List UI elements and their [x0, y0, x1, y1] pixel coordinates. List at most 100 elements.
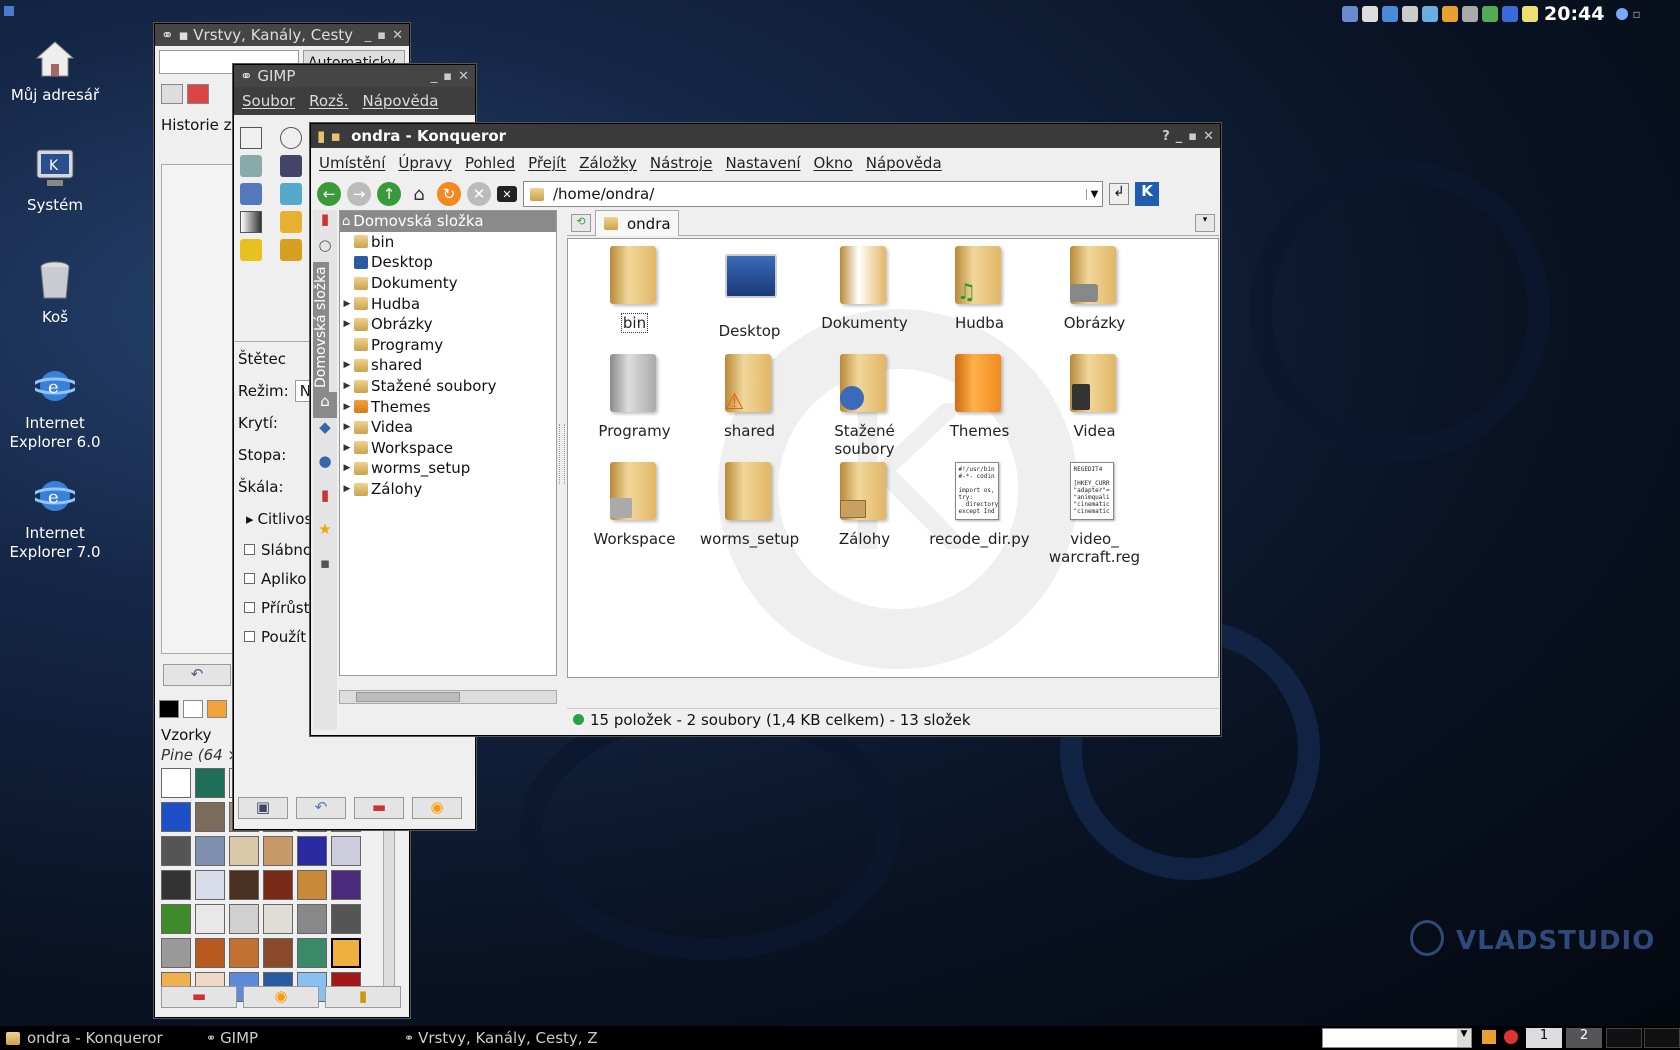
pattern-swatch[interactable] [195, 802, 225, 832]
splitter-handle[interactable] [559, 424, 565, 484]
tray-kmix-icon[interactable] [1402, 6, 1418, 22]
clone-icon[interactable] [280, 239, 302, 261]
gradient-icon[interactable] [240, 211, 262, 233]
pattern-swatch[interactable] [229, 870, 259, 900]
move-icon[interactable] [240, 183, 262, 205]
stop-icon[interactable]: ✕ [467, 182, 491, 206]
tray-weather-icon[interactable] [1616, 8, 1629, 20]
file-item[interactable]: Dokumenty [807, 246, 922, 352]
expand-arrow-icon[interactable]: ▶ [340, 463, 354, 473]
dropdown-icon[interactable]: ▼ [1457, 1029, 1471, 1047]
tray-bluetooth-icon[interactable] [1422, 6, 1438, 22]
pattern-swatch[interactable] [161, 870, 191, 900]
bookmarks-side-icon[interactable]: ▮ [313, 210, 337, 236]
tree-item[interactable]: ▶ Zálohy [340, 479, 556, 500]
expand-arrow-icon[interactable]: ▶ [340, 299, 354, 309]
reset-options-button[interactable]: ◉ [412, 797, 462, 819]
menu-settings[interactable]: Nastavení [725, 154, 800, 172]
tree-item[interactable]: ▶ Themes [340, 396, 556, 417]
close-icon[interactable]: ✕ [392, 28, 403, 43]
minimize-icon[interactable]: _ [1176, 129, 1183, 144]
task-konqueror[interactable]: ondra - Konqueror [6, 1029, 163, 1047]
tray-network-icon[interactable] [1342, 6, 1358, 22]
menu-file[interactable]: Soubor [242, 92, 295, 110]
pattern-swatch[interactable] [331, 836, 361, 866]
home-side-icon[interactable]: ⌂ [313, 392, 337, 418]
pattern-swatch[interactable] [161, 904, 191, 934]
tray-display-icon[interactable] [1382, 6, 1398, 22]
file-item[interactable]: worms_setup [692, 462, 807, 568]
scale-icon[interactable] [280, 183, 302, 205]
desktop-icon-ie6[interactable]: e Internet Explorer 6.0 [0, 366, 110, 452]
pattern-swatch[interactable] [195, 938, 225, 968]
services-side-icon[interactable]: ◆ [313, 418, 337, 452]
taskbar-tray-icon[interactable] [1504, 1030, 1518, 1044]
pattern-swatch[interactable] [161, 938, 191, 968]
menu-bookmarks[interactable]: Záložky [579, 154, 637, 172]
checkbox[interactable] [244, 573, 255, 584]
maximize-icon[interactable]: ▪ [1188, 129, 1197, 144]
color-picker-icon[interactable] [280, 155, 302, 177]
pattern-swatch[interactable] [161, 802, 191, 832]
file-item[interactable]: Obrázky [1037, 246, 1152, 352]
pattern-swatch-selected[interactable] [331, 938, 361, 968]
file-item[interactable]: Workspace [577, 462, 692, 568]
expand-arrow-icon[interactable]: ▶ [340, 422, 354, 432]
pattern-swatch[interactable] [297, 836, 327, 866]
pattern-swatch[interactable] [195, 768, 225, 798]
clock[interactable]: 20:44 [1544, 3, 1604, 25]
pattern-swatch[interactable] [195, 904, 225, 934]
menu-go[interactable]: Přejít [528, 154, 566, 172]
delete-options-button[interactable]: ▬ [354, 797, 404, 819]
task-layers[interactable]: ⚭ Vrstvy, Kanály, Cesty, Z [404, 1029, 598, 1047]
help-icon[interactable]: ? [1162, 129, 1170, 144]
expand-arrow-icon[interactable]: ▶ [340, 319, 354, 329]
media-side-icon[interactable]: ▮ [313, 486, 337, 520]
maximize-icon[interactable]: ▪ [443, 69, 452, 84]
clear-location-icon[interactable]: ✕ [497, 186, 517, 202]
tree-scrollbar[interactable] [339, 690, 557, 704]
menu-help[interactable]: Nápověda [866, 154, 942, 172]
brush-tab-icon[interactable] [183, 700, 203, 718]
tray-notes-icon[interactable] [1522, 6, 1538, 22]
pattern-swatch[interactable] [263, 938, 293, 968]
desktop-pager-1[interactable]: 1 [1526, 1028, 1562, 1048]
back-icon[interactable]: ← [317, 182, 341, 206]
menu-location[interactable]: Umístění [319, 154, 385, 172]
file-item[interactable]: Zálohy [807, 462, 922, 568]
pattern-swatch[interactable] [297, 938, 327, 968]
tray-wifi-icon[interactable] [1482, 6, 1498, 22]
desktop-icon-ie7[interactable]: e Internet Explorer 7.0 [0, 476, 110, 562]
desktop-icon-home[interactable]: Můj adresář [0, 38, 110, 105]
desktop-icon-system[interactable]: K Systém [0, 148, 110, 215]
minimize-icon[interactable]: _ [431, 69, 438, 84]
menu-window[interactable]: Okno [814, 154, 853, 172]
pattern-swatch[interactable] [229, 904, 259, 934]
scrollbar-thumb[interactable] [356, 692, 460, 702]
tree-item[interactable]: ▶ shared [340, 355, 556, 376]
go-icon[interactable]: ↲ [1109, 183, 1129, 205]
pattern-swatch[interactable] [161, 768, 191, 798]
close-icon[interactable]: ✕ [1203, 129, 1214, 144]
open-pattern-button[interactable]: ▮ [325, 986, 401, 1008]
tray-archive-icon[interactable] [1442, 6, 1458, 22]
expand-arrow-icon[interactable]: ▶ [340, 402, 354, 412]
tree-item[interactable]: bin [340, 232, 556, 253]
location-bar[interactable]: /home/ondra/ ▼ [523, 181, 1103, 207]
patterns-tab-icon[interactable] [207, 700, 227, 718]
tab-ondra[interactable]: ondra [595, 210, 679, 236]
task-gimp[interactable]: ⚭ GIMP [206, 1029, 258, 1047]
minimize-icon[interactable]: _ [365, 28, 372, 43]
pattern-swatch[interactable] [331, 904, 361, 934]
expand-arrow-icon[interactable]: ▶ [340, 443, 354, 453]
file-item[interactable]: Videa [1037, 354, 1152, 460]
file-item[interactable]: bin [577, 246, 692, 352]
konqueror-app-icon[interactable]: ▮ ▪ [317, 127, 351, 145]
up-icon[interactable]: ↑ [377, 182, 401, 206]
checkbox[interactable] [244, 544, 255, 555]
desktop-pager-2[interactable]: 2 [1566, 1028, 1602, 1048]
heal-icon[interactable] [240, 239, 262, 261]
terminal-side-icon[interactable]: ▪ [313, 554, 337, 588]
pattern-swatch[interactable] [263, 904, 293, 934]
tray-download-icon[interactable] [1502, 6, 1518, 22]
